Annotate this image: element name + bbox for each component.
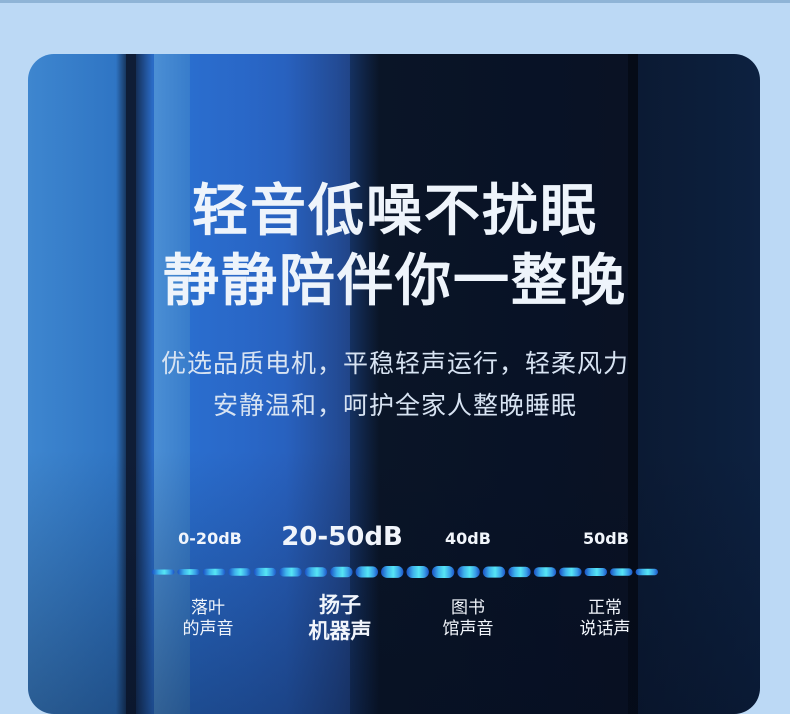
meter-segment bbox=[406, 566, 429, 578]
headline-line-1: 轻音低噪不扰眠 bbox=[192, 179, 598, 244]
noise-level-label: 50dB bbox=[583, 529, 629, 548]
meter-segment bbox=[304, 567, 328, 577]
meter-segment bbox=[152, 569, 175, 575]
caption-line: 说话声 bbox=[579, 619, 631, 640]
caption-line: 图书 bbox=[451, 598, 485, 618]
noise-caption: 正常 说话声 bbox=[563, 598, 647, 641]
caption-line: 扬子 bbox=[319, 593, 361, 617]
top-divider-line bbox=[0, 0, 790, 3]
headline-line-2: 静静陪伴你一整晚 bbox=[163, 249, 627, 314]
meter-segment bbox=[610, 568, 633, 576]
caption-line: 机器声 bbox=[308, 619, 372, 644]
meter-segment bbox=[635, 568, 658, 576]
caption-line: 的声音 bbox=[182, 619, 234, 640]
meter-segment bbox=[381, 566, 404, 578]
noise-level-label-highlighted: 20-50dB bbox=[281, 522, 403, 552]
meter-segment bbox=[279, 567, 302, 577]
subtitle-line-2: 安静温和，呵护全家人整晚睡眠 bbox=[212, 391, 577, 420]
meter-segment bbox=[253, 567, 277, 576]
meter-segment bbox=[533, 567, 557, 577]
meter-segment bbox=[228, 568, 251, 576]
meter-segment bbox=[177, 569, 200, 575]
promo-card bbox=[28, 54, 760, 714]
meter-segment bbox=[355, 566, 378, 578]
noise-meter-bar bbox=[152, 566, 658, 578]
caption-line: 落叶 bbox=[191, 598, 225, 618]
meter-segment bbox=[330, 566, 353, 578]
caption-line: 馆声音 bbox=[442, 619, 494, 640]
noise-caption: 落叶 的声音 bbox=[166, 598, 250, 641]
meter-segment bbox=[202, 568, 226, 576]
meter-segment bbox=[508, 566, 531, 578]
noise-caption: 图书 馆声音 bbox=[426, 598, 510, 641]
subtitle-line-1: 优选品质电机，平稳轻声运行，轻柔风力 bbox=[160, 349, 629, 378]
caption-line: 正常 bbox=[588, 598, 622, 618]
meter-segment bbox=[482, 566, 506, 578]
noise-level-label: 0-20dB bbox=[178, 529, 242, 548]
meter-segment bbox=[431, 566, 455, 578]
noise-level-label: 40dB bbox=[445, 529, 491, 548]
meter-segment bbox=[559, 567, 582, 577]
meter-segment bbox=[584, 568, 607, 576]
noise-caption-highlighted: 扬子 机器声 bbox=[290, 592, 390, 645]
background-vignette bbox=[28, 54, 760, 714]
meter-segment bbox=[457, 566, 480, 578]
